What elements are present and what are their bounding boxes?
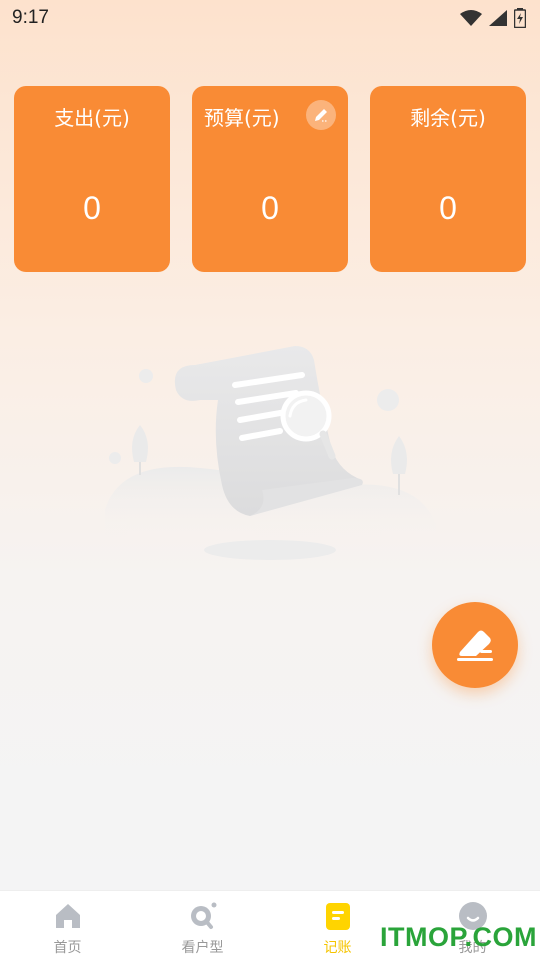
- remaining-card-value: 0: [439, 190, 457, 226]
- remaining-card: 剩余(元) 0: [370, 86, 526, 272]
- wifi-icon: [460, 10, 482, 26]
- eraser-pen-icon: [457, 630, 493, 661]
- expense-card-title: 支出(元): [54, 106, 130, 130]
- battery-icon: [514, 8, 526, 28]
- search-icon: [190, 902, 216, 929]
- expense-card-value: 0: [83, 190, 101, 226]
- tab-home-label: 首页: [53, 940, 82, 956]
- signal-icon: [489, 10, 507, 26]
- tab-home[interactable]: 首页: [0, 891, 135, 960]
- status-icons: [460, 8, 526, 28]
- tab-floor-plans[interactable]: 看户型: [135, 891, 270, 960]
- status-bar: 9:17: [0, 0, 540, 36]
- pencil-icon: [315, 109, 327, 122]
- home-icon: [55, 904, 80, 928]
- empty-state-illustration: [100, 340, 440, 570]
- tab-floor-plans-label: 看户型: [181, 940, 224, 956]
- remaining-card-title: 剩余(元): [410, 106, 486, 130]
- edit-budget-button[interactable]: [306, 100, 336, 130]
- status-time: 9:17: [12, 7, 49, 28]
- watermark: ITMOP.COM: [380, 922, 538, 952]
- budget-card: 预算(元) 0: [192, 86, 348, 272]
- add-record-button[interactable]: [432, 602, 518, 688]
- expense-card: 支出(元) 0: [14, 86, 170, 272]
- summary-cards: 支出(元) 0 预算(元) 0 剩余(元) 0: [14, 86, 526, 272]
- notebook-icon: [325, 903, 350, 930]
- budget-card-value: 0: [261, 190, 279, 226]
